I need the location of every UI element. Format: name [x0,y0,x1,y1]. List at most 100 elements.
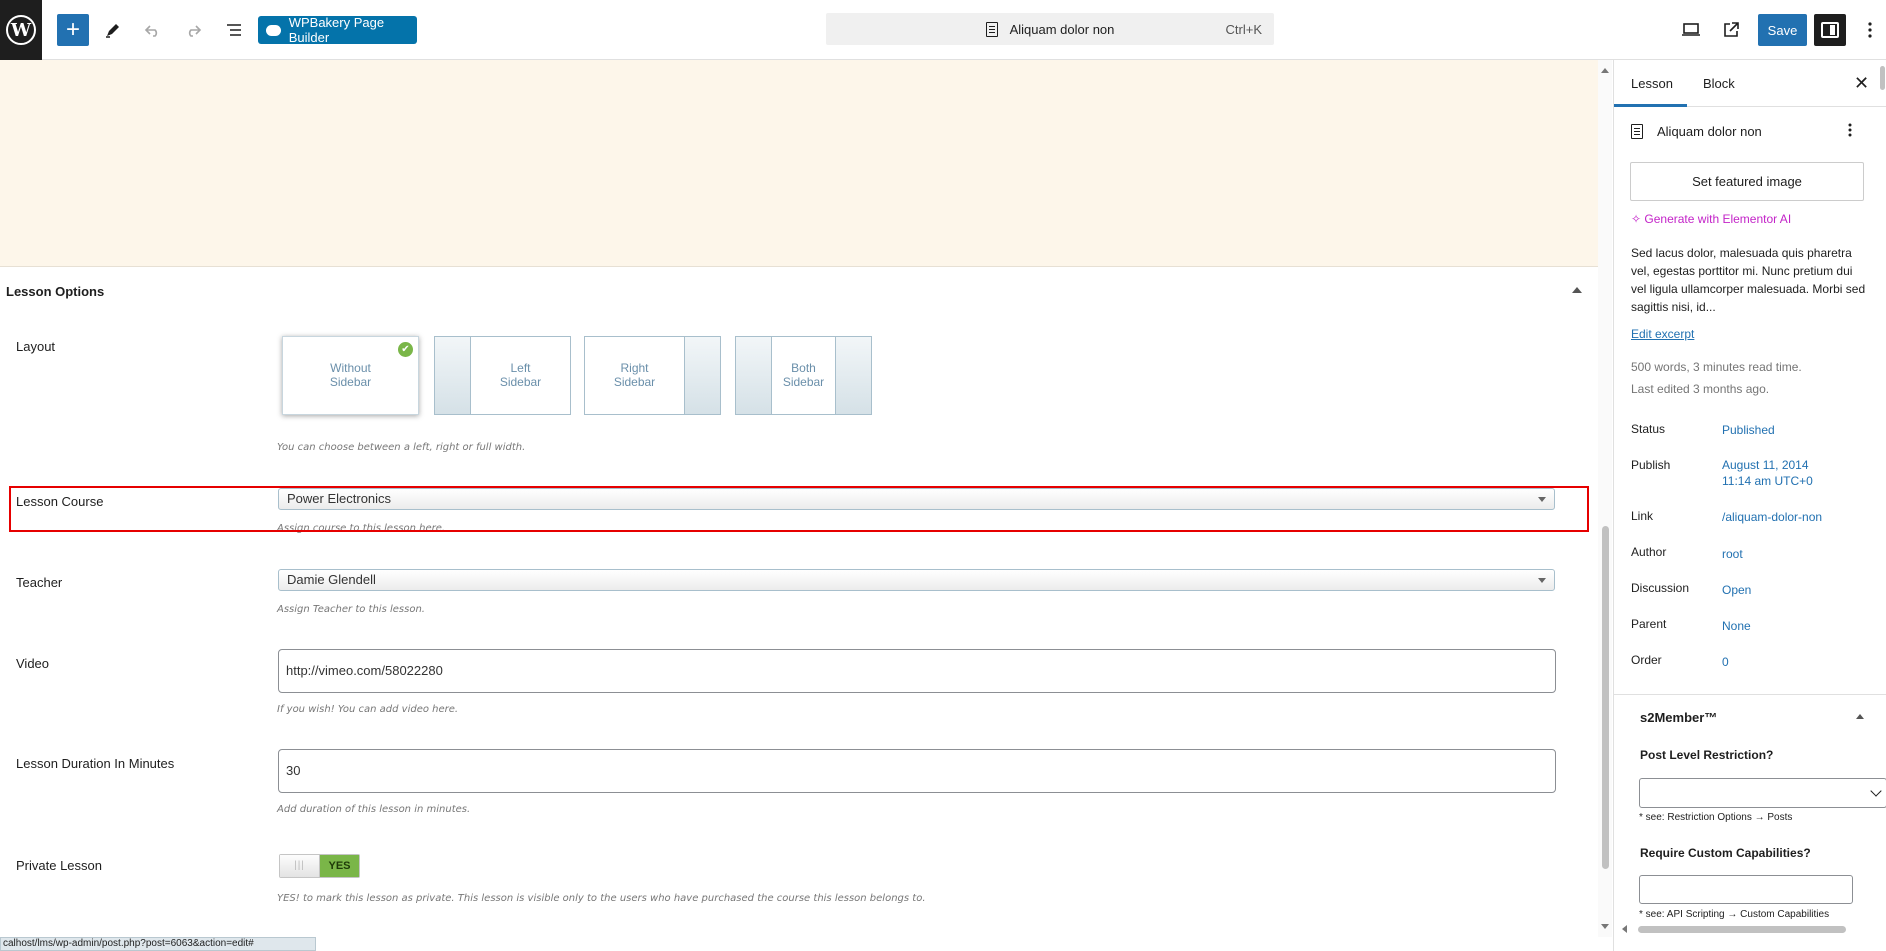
publish-time: 11:14 am UTC+0 [1722,474,1813,488]
scroll-left-icon[interactable] [1622,925,1627,933]
generate-elementor-ai-link[interactable]: ✧ Generate with Elementor AI [1631,212,1791,226]
document-title: Aliquam dolor non [1657,124,1762,139]
parent-value[interactable]: None [1722,618,1751,634]
set-featured-image-button[interactable]: Set featured image [1630,162,1864,201]
section-divider [1614,694,1886,695]
redo-icon [188,25,202,37]
layout-option-label: Without Sidebar [329,361,372,389]
canvas-scrollbar[interactable] [1598,60,1612,937]
plus-icon: + [65,16,80,43]
private-lesson-toggle[interactable]: ||| YES [279,854,360,878]
document-summary: Aliquam dolor non [1631,124,1762,139]
vertical-dots-icon [1868,22,1872,38]
author-value[interactable]: root [1722,546,1743,562]
link-label: Link [1631,509,1654,523]
layout-hint: You can choose between a left, right or … [277,442,526,453]
command-title: Aliquam dolor non [1009,21,1115,37]
document-icon [985,21,998,37]
scroll-down-icon[interactable] [1601,924,1609,929]
layout-both-sidebar-option[interactable]: Both Sidebar [735,336,872,415]
publish-date-value[interactable]: August 11, 2014 11:14 am UTC+0 [1722,457,1813,489]
settings-panel-icon [1821,22,1839,38]
collapse-caret-icon[interactable] [1856,714,1864,719]
highlight-box [9,486,1589,532]
teacher-select[interactable]: Damie Glendell [278,569,1555,591]
chevron-down-icon [1870,785,1882,797]
teacher-value: Damie Glendell [287,572,376,587]
scrollbar-thumb[interactable] [1638,926,1846,933]
status-label: Status [1631,422,1666,436]
external-view-icon [1724,22,1739,37]
word-count-info: 500 words, 3 minutes read time. [1631,360,1802,374]
teacher-hint: Assign Teacher to this lesson. [277,604,425,615]
sidebar-horizontal-scrollbar[interactable] [1622,924,1883,934]
discussion-value[interactable]: Open [1722,582,1751,598]
duration-label: Lesson Duration In Minutes [16,756,175,771]
close-icon[interactable]: ✕ [1854,73,1869,94]
custom-capabilities-input[interactable] [1639,875,1853,904]
dropdown-arrow-icon [1538,578,1546,583]
s2member-panel-title[interactable]: s2Member™ [1640,710,1717,725]
redo-button[interactable] [177,14,209,46]
order-label: Order [1631,653,1662,667]
publish-date: August 11, 2014 [1722,458,1809,472]
settings-panel-button[interactable] [1814,14,1846,46]
wordpress-logo-button[interactable]: W [0,0,42,60]
scroll-up-icon[interactable] [1601,68,1609,73]
generate-ai-label: Generate with Elementor AI [1644,212,1792,226]
desktop-preview-icon [1682,23,1700,36]
undo-button[interactable] [137,14,169,46]
teacher-label: Teacher [16,575,63,590]
sidebar-graphic [435,337,471,414]
publish-label: Publish [1631,458,1671,472]
lesson-options-title: Lesson Options [6,284,105,299]
sidebar-graphic [835,337,871,414]
sidebar-graphic [684,337,720,414]
layout-without-sidebar-option[interactable]: ✔ Without Sidebar [282,336,419,415]
video-hint: If you wish! You can add video here. [277,704,459,715]
scrollbar-thumb[interactable] [1602,526,1609,869]
view-post-button[interactable] [1715,14,1747,46]
preview-button[interactable] [1675,14,1707,46]
excerpt-text: Sed lacus dolor, malesuada quis pharetra… [1631,246,1866,314]
status-bar-url: calhost/lms/wp-admin/post.php?post=6063&… [0,937,316,951]
wpbakery-cloud-icon [266,24,281,36]
video-label: Video [16,656,50,671]
document-actions-button[interactable] [1848,123,1852,142]
last-edited-info: Last edited 3 months ago. [1631,382,1770,396]
undo-icon [144,25,158,37]
order-value[interactable]: 0 [1722,654,1729,670]
content-area[interactable] [0,60,1598,267]
layout-left-sidebar-option[interactable]: Left Sidebar [434,336,571,415]
sparkle-icon: ✧ [1631,212,1642,226]
status-value[interactable]: Published [1722,422,1775,438]
sidebar-scrollbar-thumb[interactable] [1880,66,1885,90]
video-url-input[interactable]: http://vimeo.com/58022280 [278,649,1556,693]
link-value[interactable]: /aliquam-dolor-non [1722,509,1822,525]
post-level-restriction-select[interactable] [1639,778,1886,808]
save-button[interactable]: Save [1758,14,1807,46]
sidebar-graphic [736,337,772,414]
active-tab-indicator [1614,104,1687,107]
document-overview-button[interactable] [218,14,250,46]
options-menu-button[interactable] [1858,14,1882,46]
tab-lesson[interactable]: Lesson [1631,76,1673,91]
tab-block[interactable]: Block [1703,76,1735,91]
wpbakery-page-builder-button[interactable]: WPBakery Page Builder [258,15,417,45]
private-lesson-hint: YES! to mark this lesson as private. Thi… [277,893,926,904]
collapse-caret-icon[interactable] [1572,287,1582,293]
toggle-knob: ||| [280,855,320,877]
document-overview-icon [227,24,241,36]
command-palette-button[interactable]: Aliquam dolor non Ctrl+K [826,13,1274,45]
capabilities-note: * see: API Scripting → Custom Capabiliti… [1639,909,1830,920]
sidebar-tabs: Lesson Block ✕ [1614,60,1886,107]
tools-button[interactable] [97,14,129,46]
add-block-button[interactable]: + [57,14,89,46]
duration-input[interactable]: 30 [278,749,1556,793]
editor-toolbar: W + WPBakery Page Builder Aliquam dolor … [0,0,1886,60]
edit-excerpt-link[interactable]: Edit excerpt [1631,327,1694,341]
post-level-restriction-label: Post Level Restriction? [1640,748,1774,762]
layout-right-sidebar-option[interactable]: Right Sidebar [584,336,721,415]
wpbakery-label: WPBakery Page Builder [288,15,385,45]
duration-hint: Add duration of this lesson in minutes. [277,804,471,815]
